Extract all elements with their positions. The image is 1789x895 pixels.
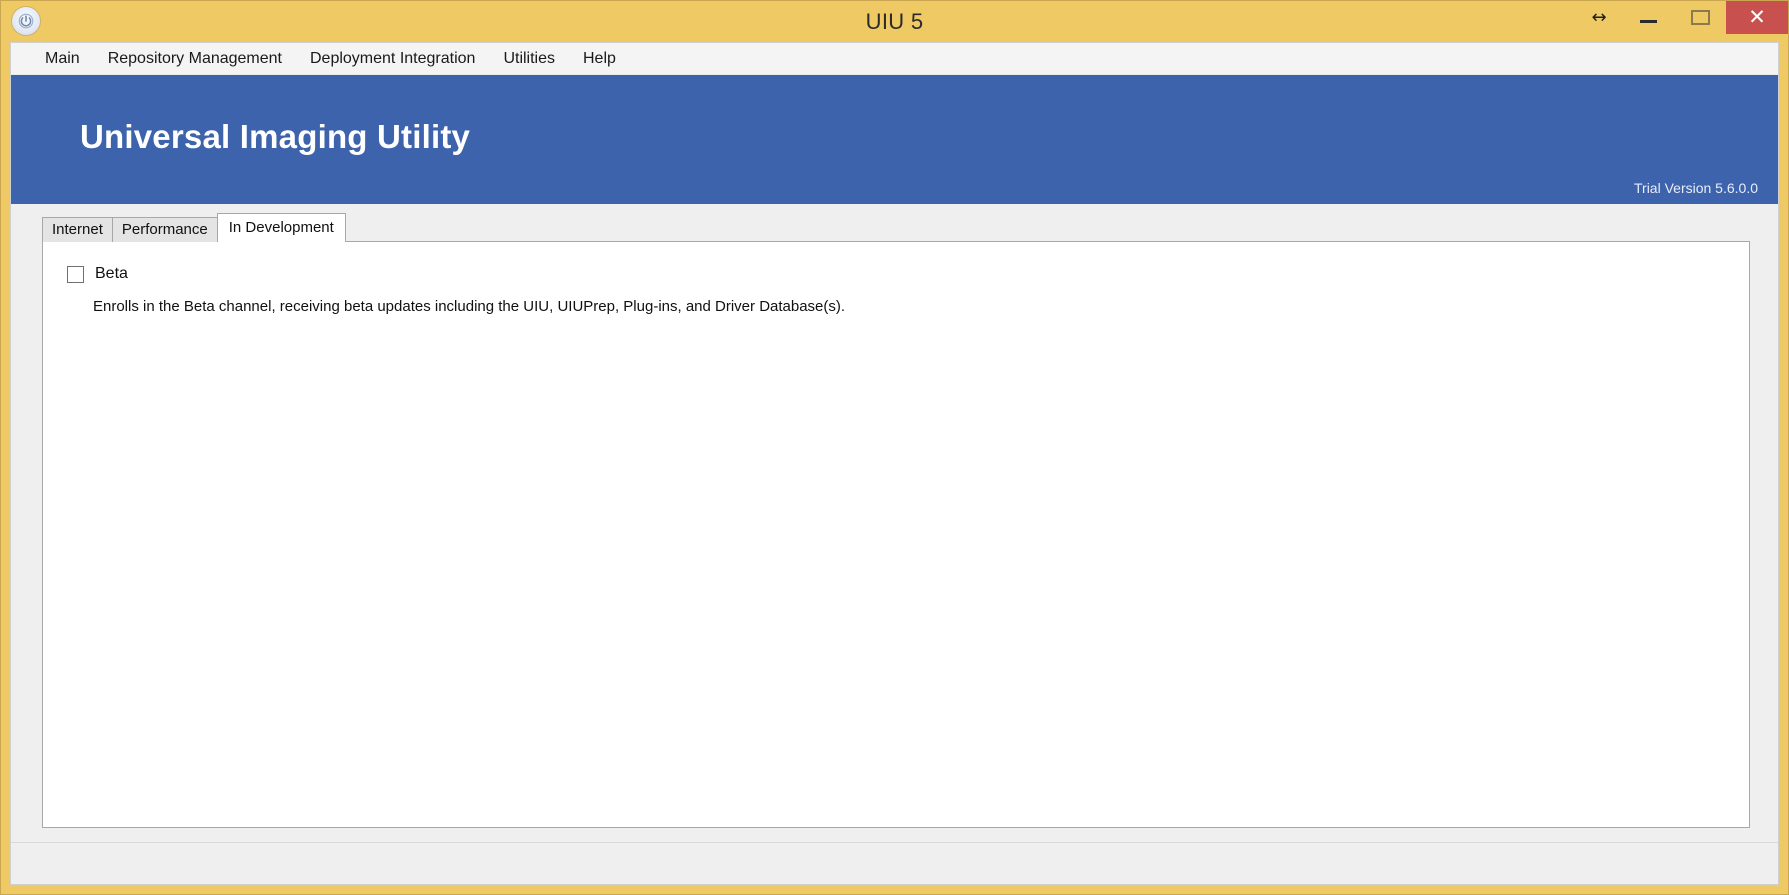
minimize-button[interactable] <box>1622 1 1674 34</box>
tab-region: Internet Performance In Development Beta… <box>11 204 1778 842</box>
application-window: UIU 5 ↔ ✕ Main Repository Management Dep… <box>0 0 1789 895</box>
tab-in-development[interactable]: In Development <box>216 213 346 242</box>
minimize-icon <box>1639 20 1657 23</box>
tab-panel-in-development: Beta Enrolls in the Beta channel, receiv… <box>42 241 1750 828</box>
client-area: Main Repository Management Deployment In… <box>10 42 1779 885</box>
menu-item-main[interactable]: Main <box>31 46 94 72</box>
tab-strip: Internet Performance In Development <box>25 213 1764 242</box>
beta-checkbox[interactable] <box>67 265 84 283</box>
beta-checkbox-label: Beta <box>95 265 128 282</box>
close-icon: ✕ <box>1748 6 1766 29</box>
header-banner: Universal Imaging Utility Trial Version … <box>11 75 1778 204</box>
beta-description: Enrolls in the Beta channel, receiving b… <box>93 298 846 315</box>
title-bar: UIU 5 ↔ ✕ <box>1 1 1788 42</box>
version-label: Trial Version 5.6.0.0 <box>1634 180 1758 196</box>
power-icon[interactable] <box>11 6 41 36</box>
page-title: Universal Imaging Utility <box>80 118 471 155</box>
resize-arrows-glyph: ↔ <box>1591 6 1607 28</box>
menu-item-deployment-integration[interactable]: Deployment Integration <box>296 46 489 72</box>
tab-performance[interactable]: Performance <box>111 217 218 242</box>
window-controls: ↔ ✕ <box>1576 1 1788 34</box>
menu-item-utilities[interactable]: Utilities <box>489 46 569 72</box>
menu-bar: Main Repository Management Deployment In… <box>11 43 1778 75</box>
window-title: UIU 5 <box>865 9 924 34</box>
menu-item-repository-management[interactable]: Repository Management <box>94 46 296 72</box>
status-bar <box>11 842 1778 884</box>
maximize-icon <box>1690 10 1710 25</box>
close-button[interactable]: ✕ <box>1726 1 1788 34</box>
beta-option-row: Beta <box>67 264 1749 284</box>
maximize-button[interactable] <box>1674 1 1726 34</box>
menu-item-help[interactable]: Help <box>569 46 630 72</box>
tab-internet[interactable]: Internet <box>42 217 113 242</box>
resize-handle-icon[interactable]: ↔ <box>1576 1 1622 34</box>
